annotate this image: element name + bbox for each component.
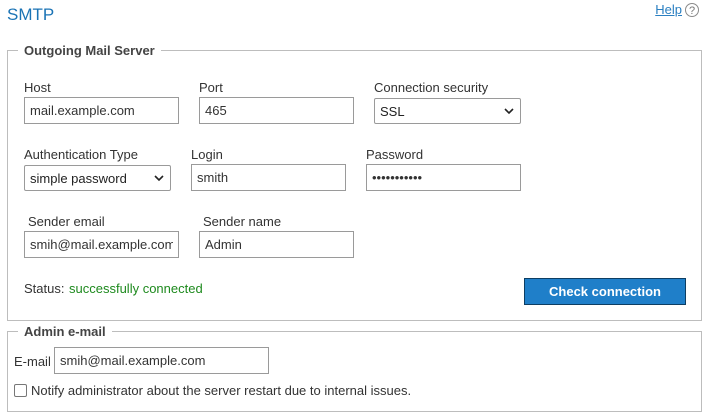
admin-email-label: E-mail [14,354,51,369]
connection-security-label: Connection security [374,80,489,95]
outgoing-mail-server-legend: Outgoing Mail Server [24,43,155,58]
notify-admin-checkbox[interactable] [14,384,27,397]
host-input[interactable] [24,97,179,124]
admin-email-input[interactable] [54,347,269,374]
page-title: SMTP [7,5,55,24]
sender-name-input[interactable] [199,231,354,258]
host-label: Host [24,80,51,95]
login-label: Login [191,147,223,162]
sender-email-input[interactable] [24,231,179,258]
admin-email-legend: Admin e-mail [24,324,106,339]
sender-email-label: Sender email [28,214,105,229]
check-connection-button[interactable]: Check connection [524,278,686,305]
chevron-down-icon [504,108,514,115]
port-input[interactable] [199,97,354,124]
help-icon[interactable]: ? [685,2,699,17]
auth-type-select[interactable]: simple password [24,165,171,191]
status-value: successfully connected [69,281,203,296]
connection-security-select[interactable]: SSL [374,98,521,124]
connection-security-value: SSL [380,103,405,119]
auth-type-value: simple password [30,170,127,186]
help-link-group[interactable]: Help ? [655,2,699,17]
help-link[interactable]: Help [655,2,682,17]
notify-admin-label[interactable]: Notify administrator about the server re… [31,383,411,398]
auth-type-label: Authentication Type [24,147,138,162]
login-input[interactable] [191,164,346,191]
password-label: Password [366,147,424,162]
port-label: Port [199,80,223,95]
status-label: Status: [24,281,65,296]
chevron-down-icon [154,175,164,182]
password-input[interactable] [366,164,521,191]
sender-name-label: Sender name [203,214,282,229]
